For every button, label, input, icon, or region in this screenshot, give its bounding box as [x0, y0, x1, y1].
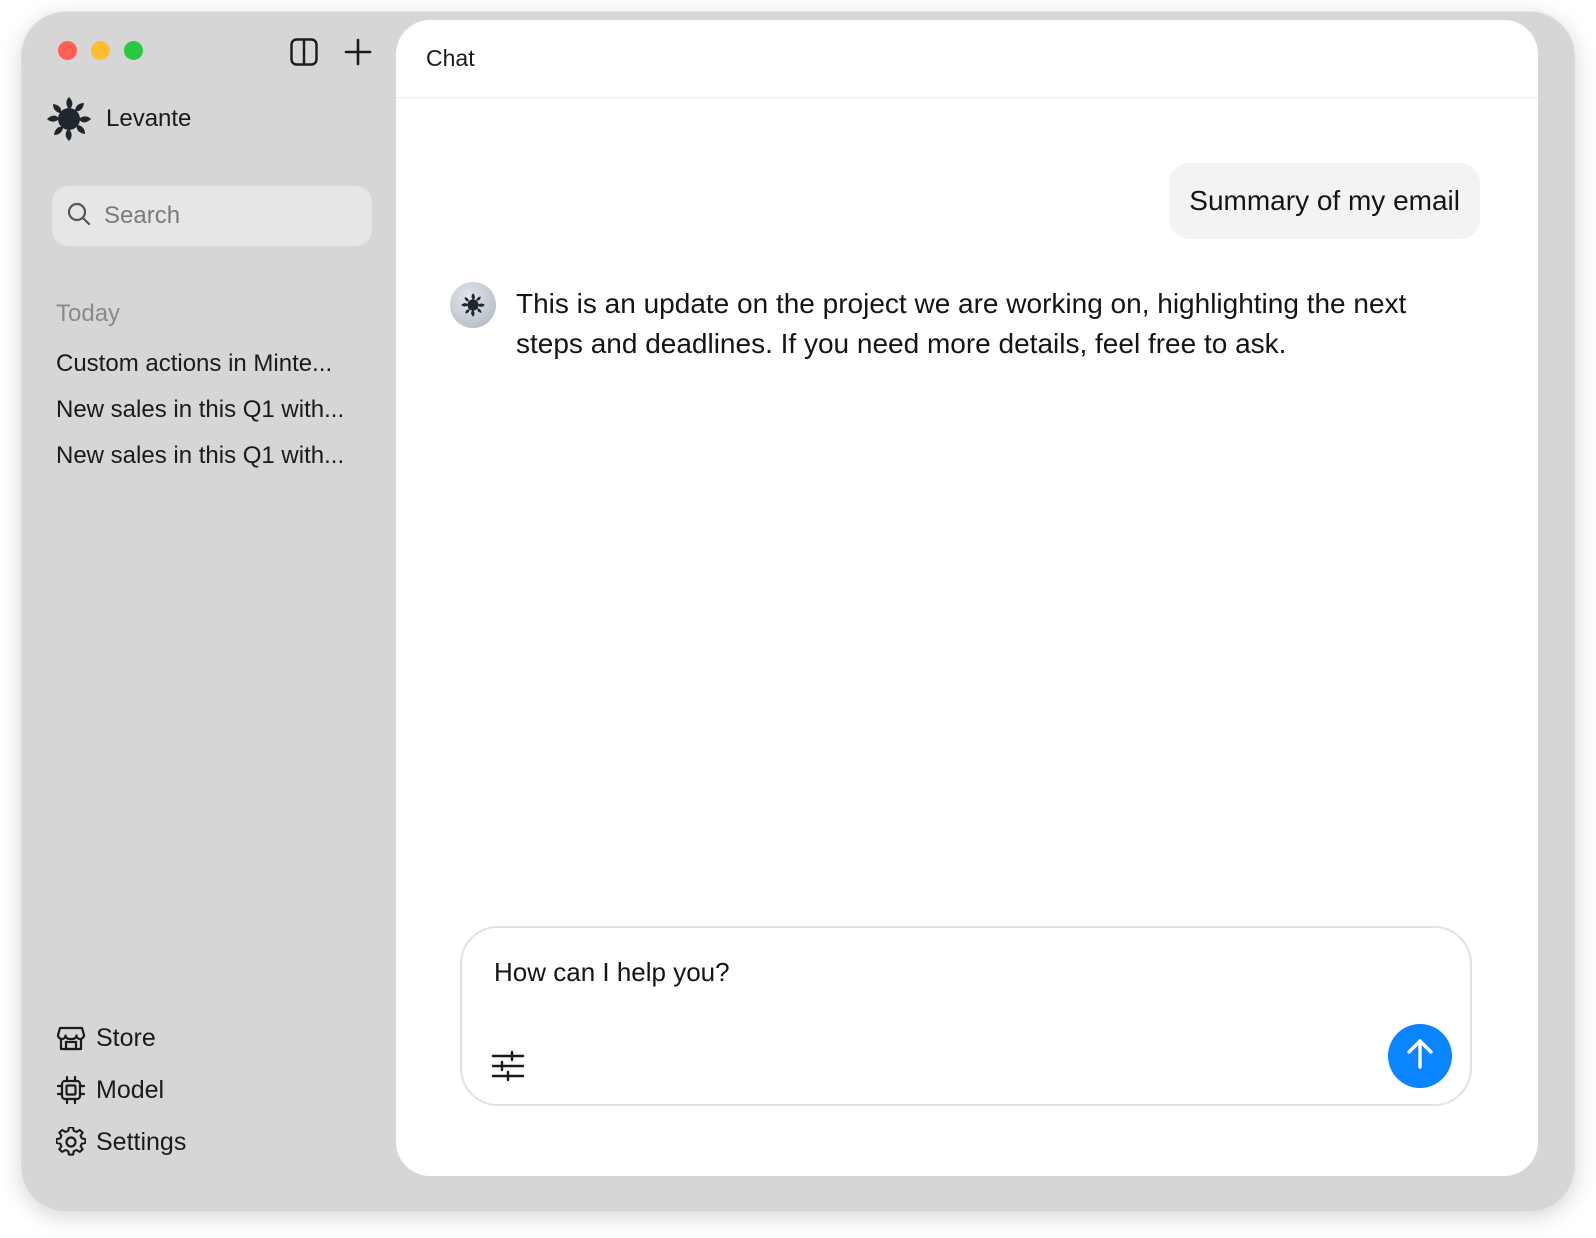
- nav-item-model[interactable]: Model: [56, 1064, 186, 1116]
- sidebar-toggle-icon[interactable]: [288, 36, 320, 68]
- nav-item-store[interactable]: Store: [56, 1012, 186, 1064]
- gear-icon: [56, 1127, 86, 1157]
- history-item[interactable]: New sales in this Q1 with...: [56, 440, 376, 486]
- assistant-avatar: [450, 282, 496, 328]
- search-box[interactable]: [52, 186, 372, 246]
- app-window: Levante Today Custom actions in Minte...…: [22, 12, 1574, 1210]
- traffic-lights: [58, 41, 143, 60]
- search-icon: [66, 201, 92, 232]
- sidebar-toolbar: [288, 36, 374, 68]
- arrow-up-icon: [1403, 1037, 1437, 1076]
- assistant-message-text: This is an update on the project we are …: [516, 288, 1407, 359]
- zoom-window-button[interactable]: [124, 41, 143, 60]
- chat-panel: Chat Summary of my email This is an upda…: [396, 20, 1538, 1176]
- bottom-nav: Store Model Settings: [56, 1012, 186, 1168]
- new-chat-plus-icon[interactable]: [342, 36, 374, 68]
- assistant-message: This is an update on the project we are …: [450, 282, 1450, 364]
- send-button[interactable]: [1388, 1024, 1452, 1088]
- user-message: Summary of my email: [1169, 163, 1480, 239]
- minimize-window-button[interactable]: [91, 41, 110, 60]
- nav-label-settings: Settings: [96, 1127, 187, 1156]
- close-window-button[interactable]: [58, 41, 77, 60]
- sliders-icon[interactable]: [490, 1050, 526, 1082]
- nav-label-store: Store: [96, 1023, 156, 1052]
- nav-item-settings[interactable]: Settings: [56, 1116, 186, 1168]
- history-item[interactable]: Custom actions in Minte...: [56, 348, 376, 394]
- message-input[interactable]: [492, 956, 1396, 989]
- nav-label-model: Model: [96, 1075, 165, 1104]
- levante-logo-icon: [44, 94, 94, 144]
- page-title: Chat: [426, 45, 475, 71]
- chat-header: Chat: [396, 20, 1538, 98]
- brand: Levante: [44, 94, 191, 144]
- store-icon: [56, 1023, 86, 1053]
- search-input[interactable]: [102, 201, 356, 231]
- app-name: Levante: [106, 105, 192, 132]
- chip-icon: [56, 1075, 86, 1105]
- sidebar: Levante Today Custom actions in Minte...…: [22, 12, 404, 1210]
- chat-history-list: Custom actions in Minte... New sales in …: [56, 348, 376, 486]
- history-section-label: Today: [56, 300, 121, 327]
- message-composer: [460, 926, 1472, 1106]
- history-item[interactable]: New sales in this Q1 with...: [56, 394, 376, 440]
